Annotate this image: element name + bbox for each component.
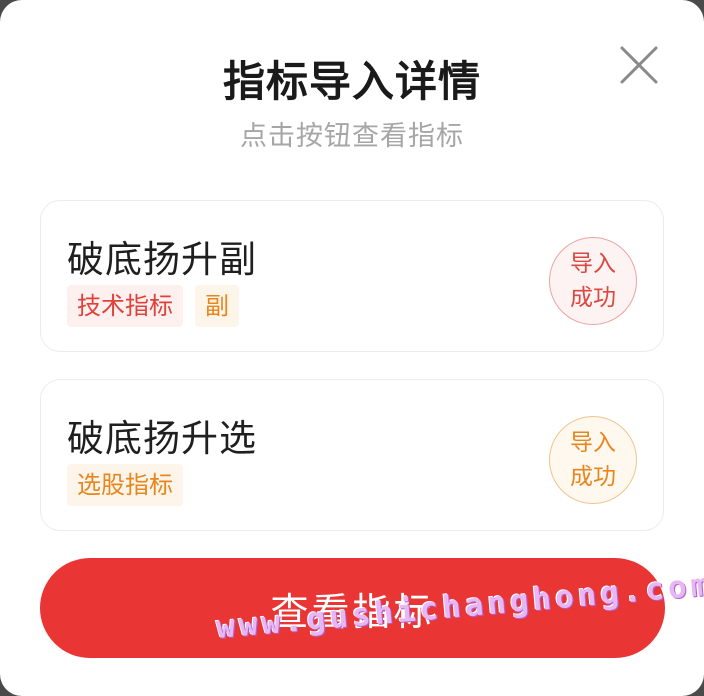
stamp-text-line2: 成功: [570, 464, 616, 490]
import-success-stamp: 导入 成功: [549, 237, 637, 325]
tag-list: 技术指标 副: [67, 285, 239, 327]
indicator-name: 破底扬升选: [67, 417, 257, 460]
stamp-text-line1: 导入: [570, 251, 616, 277]
type-tag: 副: [195, 285, 239, 327]
stamp-text-line2: 成功: [570, 285, 616, 311]
import-success-stamp: 导入 成功: [549, 416, 637, 504]
category-tag: 技术指标: [67, 285, 183, 327]
indicator-name: 破底扬升副: [67, 238, 257, 281]
tag-list: 选股指标: [67, 464, 183, 506]
dialog-title: 指标导入详情: [222, 57, 481, 106]
indicator-card: 破底扬升副 技术指标 副 导入 成功: [40, 200, 664, 352]
dialog-subtitle: 点击按钮查看指标: [240, 121, 464, 152]
indicator-card: 破底扬升选 选股指标 导入 成功: [40, 379, 664, 531]
stamp-text-line1: 导入: [570, 430, 616, 456]
category-tag: 选股指标: [67, 464, 183, 506]
close-icon[interactable]: [618, 44, 660, 86]
